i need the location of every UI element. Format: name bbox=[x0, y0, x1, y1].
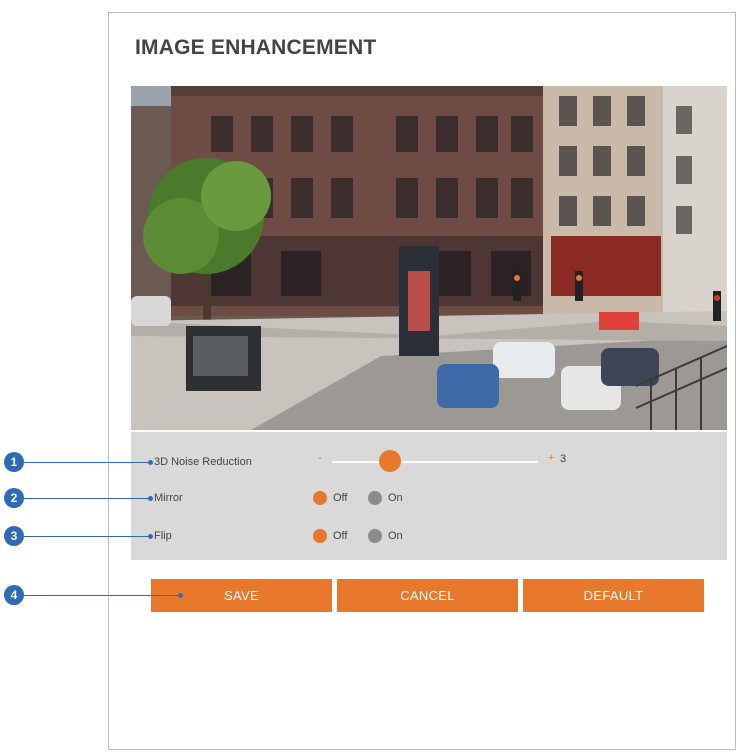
noise-reduction-slider-thumb[interactable] bbox=[379, 450, 401, 472]
mirror-off-label[interactable]: Off bbox=[333, 492, 347, 504]
mirror-off-radio[interactable] bbox=[313, 491, 327, 505]
callout-4: 4 bbox=[4, 585, 24, 605]
callout-1: 1 bbox=[4, 452, 24, 472]
callout-3: 3 bbox=[4, 526, 24, 546]
noise-reduction-slider-track[interactable] bbox=[332, 461, 538, 463]
flip-off-radio[interactable] bbox=[313, 529, 327, 543]
callout-2-line bbox=[24, 498, 150, 499]
noise-reduction-label: 3D Noise Reduction bbox=[154, 456, 252, 468]
callout-2-dot bbox=[148, 496, 153, 501]
settings-area bbox=[131, 432, 727, 560]
cancel-button[interactable]: CANCEL bbox=[337, 579, 518, 612]
mirror-label: Mirror bbox=[154, 492, 183, 504]
mirror-on-radio[interactable] bbox=[368, 491, 382, 505]
callout-4-line bbox=[24, 595, 180, 596]
noise-reduction-value: 3 bbox=[560, 453, 567, 465]
page-title: IMAGE ENHANCEMENT bbox=[135, 36, 377, 59]
callout-4-dot bbox=[178, 593, 183, 598]
camera-preview bbox=[131, 86, 727, 430]
default-button[interactable]: DEFAULT bbox=[523, 579, 704, 612]
camera-preview-image bbox=[131, 86, 727, 430]
flip-off-label[interactable]: Off bbox=[333, 530, 347, 542]
flip-label: Flip bbox=[154, 530, 172, 542]
slider-increase[interactable]: + bbox=[548, 452, 554, 464]
callout-3-dot bbox=[148, 534, 153, 539]
flip-on-radio[interactable] bbox=[368, 529, 382, 543]
callout-1-dot bbox=[148, 460, 153, 465]
callout-1-line bbox=[24, 462, 150, 463]
slider-decrease[interactable]: - bbox=[318, 452, 322, 464]
mirror-on-label[interactable]: On bbox=[388, 492, 403, 504]
callout-2: 2 bbox=[4, 488, 24, 508]
flip-on-label[interactable]: On bbox=[388, 530, 403, 542]
callout-3-line bbox=[24, 536, 150, 537]
